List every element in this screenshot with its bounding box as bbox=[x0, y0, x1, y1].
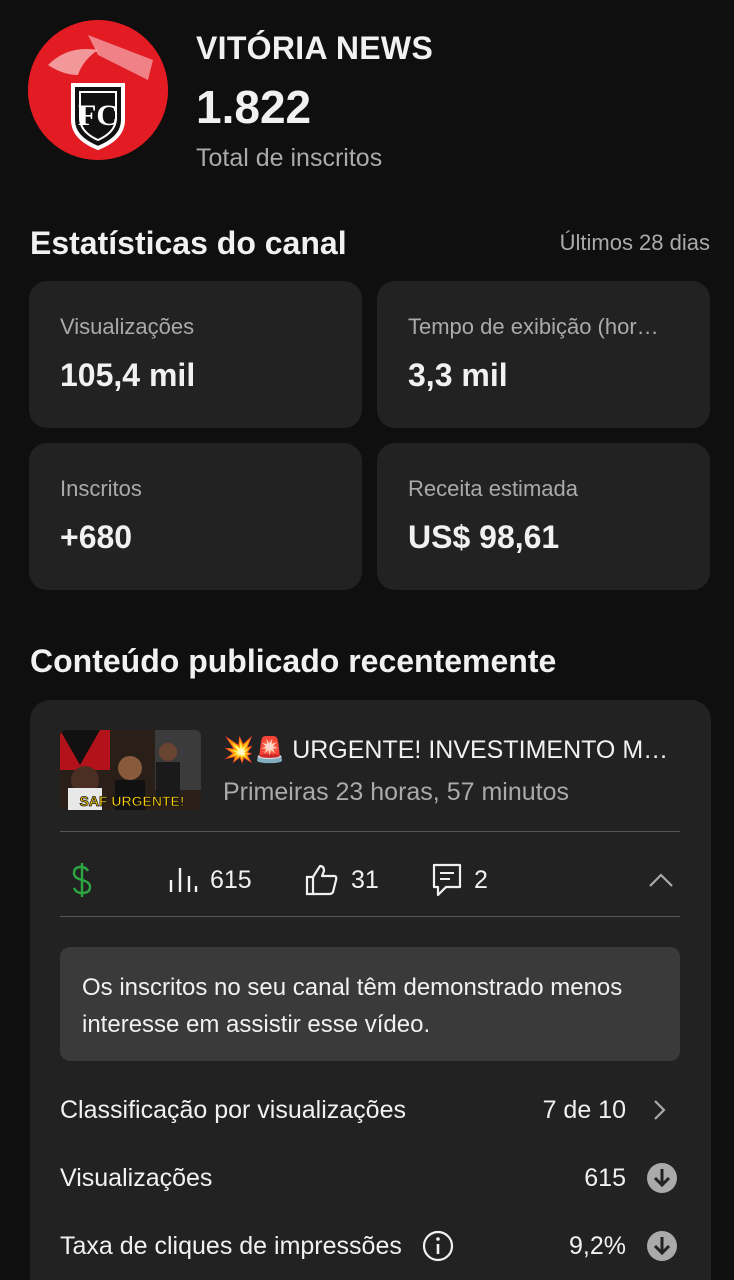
recent-video-card: SAF URGENTE! 💥🚨 URGENTE! INVESTIMENTO M…… bbox=[30, 700, 711, 1280]
stat-label: Inscritos bbox=[60, 476, 142, 501]
likes-count: 31 bbox=[351, 865, 379, 894]
stat-card-subscribers[interactable]: Inscritos +680 bbox=[29, 443, 362, 590]
stat-label: Receita estimada bbox=[408, 476, 578, 501]
row-value: 615 bbox=[584, 1163, 626, 1192]
comments-count: 2 bbox=[474, 865, 488, 894]
stats-title: Estatísticas do canal bbox=[30, 225, 347, 261]
thumbnail-image: SAF URGENTE! bbox=[60, 730, 201, 810]
stat-value: +680 bbox=[60, 519, 133, 555]
comment-icon bbox=[432, 863, 462, 897]
channel-header: FC VITÓRIA NEWS 1.822 Total de inscritos bbox=[28, 20, 708, 180]
divider bbox=[60, 916, 680, 917]
views-metric: 615 bbox=[168, 860, 252, 900]
chevron-up-icon[interactable] bbox=[648, 860, 674, 900]
channel-avatar[interactable]: FC bbox=[28, 20, 168, 160]
recent-title: Conteúdo publicado recentemente bbox=[30, 643, 557, 679]
stat-card-views[interactable]: Visualizações 105,4 mil bbox=[29, 281, 362, 428]
subscriber-count: 1.822 bbox=[196, 81, 312, 133]
dollar-icon bbox=[70, 860, 94, 900]
performance-notice: Os inscritos no seu canal têm demonstrad… bbox=[60, 947, 680, 1061]
stat-value: 105,4 mil bbox=[60, 357, 196, 393]
row-value: 7 de 10 bbox=[542, 1095, 626, 1124]
stat-value: 3,3 mil bbox=[408, 357, 508, 393]
subscriber-label: Total de inscritos bbox=[196, 144, 383, 172]
comments-metric: 2 bbox=[432, 860, 488, 900]
info-icon[interactable] bbox=[422, 1230, 454, 1262]
svg-text:FC: FC bbox=[78, 99, 118, 132]
row-label: Classificação por visualizações bbox=[60, 1095, 406, 1124]
video-metrics: 615 31 2 bbox=[60, 850, 680, 910]
stat-label: Tempo de exibição (hor… bbox=[408, 314, 659, 339]
channel-name: VITÓRIA NEWS bbox=[196, 30, 434, 66]
divider bbox=[60, 831, 680, 832]
arrow-down-circle-icon bbox=[647, 1231, 677, 1261]
stats-period: Últimos 28 dias bbox=[559, 230, 710, 255]
likes-metric: 31 bbox=[305, 860, 379, 900]
row-label: Visualizações bbox=[60, 1163, 213, 1192]
stat-value: US$ 98,61 bbox=[408, 519, 560, 555]
video-title[interactable]: 💥🚨 URGENTE! INVESTIMENTO M… bbox=[223, 736, 683, 765]
video-thumbnail[interactable]: SAF URGENTE! bbox=[60, 730, 201, 810]
thumbs-up-icon bbox=[305, 864, 338, 896]
views-count: 615 bbox=[210, 865, 252, 894]
thumbnail-text: SAF URGENTE! bbox=[80, 793, 185, 809]
arrow-down-circle-icon bbox=[647, 1163, 677, 1193]
stat-card-watch-time[interactable]: Tempo de exibição (hor… 3,3 mil bbox=[377, 281, 710, 428]
stat-label: Visualizações bbox=[60, 314, 195, 339]
row-value: 9,2% bbox=[569, 1231, 626, 1260]
bar-chart-icon bbox=[169, 868, 198, 892]
ctr-row: Taxa de cliques de impressões 9,2% bbox=[60, 1226, 680, 1266]
channel-logo: FC bbox=[28, 20, 168, 160]
ranking-row[interactable]: Classificação por visualizações 7 de 10 bbox=[60, 1090, 680, 1130]
stat-card-revenue[interactable]: Receita estimada US$ 98,61 bbox=[377, 443, 710, 590]
row-label: Taxa de cliques de impressões bbox=[60, 1231, 402, 1260]
views-row: Visualizações 615 bbox=[60, 1158, 680, 1198]
video-subtitle: Primeiras 23 horas, 57 minutos bbox=[223, 778, 569, 806]
chevron-right-icon bbox=[654, 1100, 666, 1120]
